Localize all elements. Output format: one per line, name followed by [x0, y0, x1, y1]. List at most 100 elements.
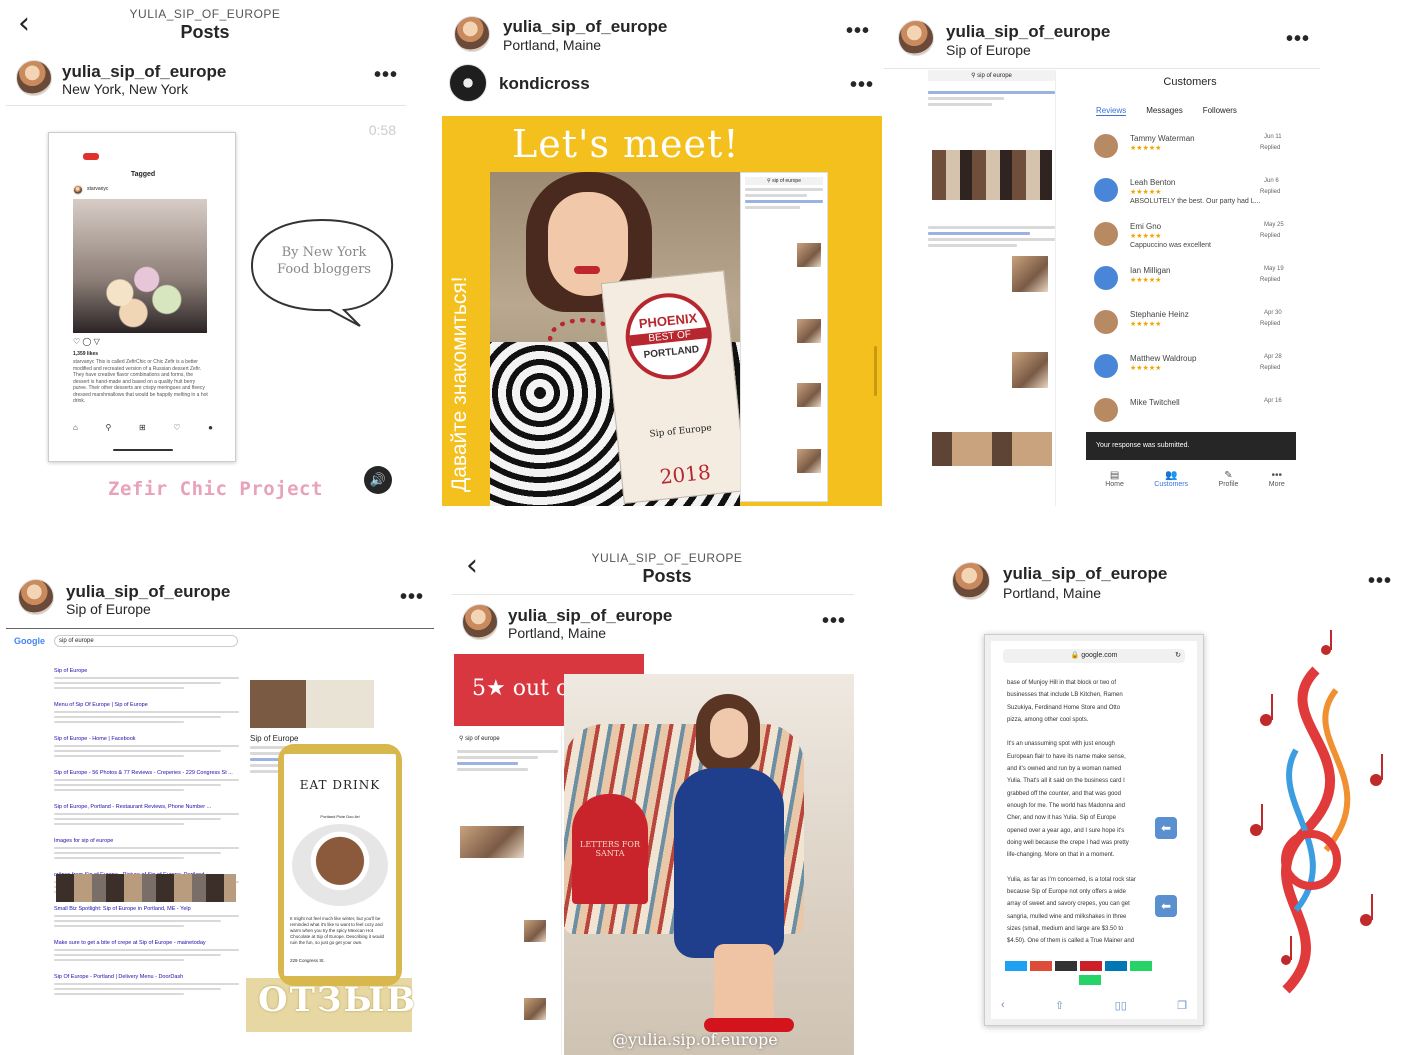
more-options-icon[interactable]: •••: [822, 610, 846, 633]
search-result[interactable]: Sip of Europe - Home | Facebook: [54, 736, 239, 760]
search-result[interactable]: Sip of Europe: [54, 668, 239, 692]
post-username[interactable]: yulia_sip_of_europe: [946, 22, 1110, 42]
more-options-icon[interactable]: •••: [846, 20, 870, 43]
post-username[interactable]: yulia_sip_of_europe: [62, 62, 226, 82]
lips: [574, 266, 600, 274]
twitter-icon[interactable]: [1005, 961, 1027, 971]
back-nav-icon[interactable]: ⬅: [1155, 817, 1177, 839]
post-media[interactable]: 0:58 Tagged starvanyc ♡ ◯ ▽ 1,359 likes …: [12, 112, 412, 512]
card-sub: Portland Pixie Doo Art: [320, 814, 360, 819]
post-location[interactable]: Portland, Maine: [1003, 585, 1101, 601]
article-line: It's an unassuming spot with just enough: [1007, 741, 1115, 748]
search-query: sip of europe: [772, 178, 801, 184]
share-icon[interactable]: ⇧: [1055, 999, 1064, 1012]
result-title[interactable]: Images for sip of europe: [54, 838, 239, 844]
back-icon[interactable]: ‹: [1001, 999, 1005, 1012]
review-row[interactable]: Leah Benton ★★★★★ ABSOLUTELY the best. Our…: [1094, 178, 1294, 218]
google-search-input[interactable]: sip of europe: [54, 635, 238, 647]
sms-icon[interactable]: [1079, 975, 1101, 985]
avatar[interactable]: [454, 16, 490, 52]
result-line: [54, 721, 184, 723]
post-media[interactable]: Google sip of europe Sip of Europe Menu o…: [10, 632, 430, 1052]
result-title[interactable]: Sip Of Europe - Portland | Delivery Menu…: [54, 974, 239, 980]
tab-reviews[interactable]: Reviews: [1096, 106, 1127, 116]
search-result[interactable]: Menu of Sip Of Europe | Sip of Europe: [54, 702, 239, 726]
review-row[interactable]: Stephanie Heinz ★★★★★ Apr 30 Replied: [1094, 310, 1294, 350]
more-options-icon[interactable]: •••: [374, 64, 398, 87]
back-arrow-icon[interactable]: ‹: [466, 548, 478, 583]
post-media[interactable]: 🔒 google.com ↻ base of Munjoy Hill in th…: [944, 620, 1403, 1055]
customers-app: Customers Reviews Messages Followers Tam…: [1086, 70, 1302, 506]
post-username[interactable]: yulia_sip_of_europe: [508, 606, 672, 626]
more-options-icon[interactable]: •••: [400, 586, 424, 609]
lock-icon: 🔒: [1070, 652, 1080, 659]
tab-messages[interactable]: Messages: [1146, 106, 1182, 116]
back-nav-icon[interactable]: ⬅: [1155, 895, 1177, 917]
article-line: grabbed off the counter, and that was go…: [1007, 790, 1121, 797]
scrollbar[interactable]: [874, 346, 877, 396]
pinterest-icon[interactable]: [1080, 961, 1102, 971]
review-row[interactable]: Emi Gno ★★★★★ Cappuccino was excellent May …: [1094, 222, 1294, 262]
post-location[interactable]: Portland, Maine: [503, 37, 601, 53]
result-line: [54, 789, 184, 791]
avatar[interactable]: [462, 604, 498, 640]
result-line: [457, 750, 558, 753]
bookmarks-icon[interactable]: ▯▯: [1115, 999, 1127, 1012]
review-row[interactable]: Matthew Waldroup ★★★★★ Apr 28 Replied: [1094, 354, 1294, 394]
reviewer-name: Emi Gno: [1130, 222, 1162, 231]
review-row[interactable]: Tammy Waterman ★★★★★ Jun 11 Replied: [1094, 134, 1294, 174]
email-icon[interactable]: [1055, 961, 1077, 971]
avatar[interactable]: [952, 562, 990, 600]
linkedin-icon[interactable]: [1105, 961, 1127, 971]
reload-icon[interactable]: ↻: [1175, 649, 1181, 663]
whatsapp-icon[interactable]: [1130, 961, 1152, 971]
post-location[interactable]: New York, New York: [62, 81, 188, 97]
avatar[interactable]: [18, 579, 54, 615]
more-options-icon[interactable]: •••: [850, 74, 874, 97]
review-row[interactable]: Ian Milligan ★★★★★ May 19 Replied: [1094, 266, 1294, 306]
result-title[interactable]: Sip of Europe - 56 Photos & 77 Reviews -…: [54, 770, 239, 776]
sound-icon[interactable]: 🔊: [364, 466, 392, 494]
google-plus-icon[interactable]: [1030, 961, 1052, 971]
search-result[interactable]: Images for sip of europe: [54, 838, 239, 862]
search-result[interactable]: Sip Of Europe - Portland | Delivery Menu…: [54, 974, 239, 998]
result-line: [54, 745, 239, 747]
tab-followers[interactable]: Followers: [1203, 106, 1237, 116]
result-title[interactable]: Small Biz Spotlight: Sip of Europe in Po…: [54, 906, 239, 912]
address-bar[interactable]: 🔒 google.com ↻: [1003, 649, 1185, 663]
result-line: [54, 682, 221, 684]
nav-more[interactable]: ••• More: [1269, 470, 1285, 488]
search-result[interactable]: Make sure to get a bite of crepe at Sip …: [54, 940, 239, 964]
search-icon: ⚲: [105, 423, 112, 432]
result-title[interactable]: Make sure to get a bite of crepe at Sip …: [54, 940, 239, 946]
avatar[interactable]: [16, 60, 52, 96]
result-title[interactable]: Sip of Europe, Portland - Restaurant Rev…: [54, 804, 239, 810]
post-username[interactable]: yulia_sip_of_europe: [1003, 564, 1167, 584]
search-result[interactable]: Small Biz Spotlight: Sip of Europe in Po…: [54, 906, 239, 930]
safari-toolbar: ‹ ⇧ ▯▯ ❐: [1001, 999, 1187, 1012]
post-location[interactable]: Portland, Maine: [508, 625, 606, 641]
post-media[interactable]: Let's meet! Давайте знакомиться! PHOENIX…: [442, 116, 882, 506]
back-arrow-icon[interactable]: ‹: [18, 6, 30, 41]
result-title[interactable]: Sip of Europe: [54, 668, 239, 674]
post-username[interactable]: yulia_sip_of_europe: [66, 582, 230, 602]
comment-avatar[interactable]: [449, 64, 487, 102]
result-title[interactable]: Sip of Europe - Home | Facebook: [54, 736, 239, 742]
review-status: Replied: [1260, 277, 1281, 283]
nav-customers[interactable]: 👥 Customers: [1154, 470, 1188, 488]
post-location[interactable]: Sip of Europe: [946, 42, 1031, 58]
post-username[interactable]: yulia_sip_of_europe: [503, 17, 667, 37]
more-options-icon[interactable]: •••: [1368, 570, 1392, 593]
post-location[interactable]: Sip of Europe: [66, 601, 151, 617]
article-line: life-changing. More on that in a moment.: [1007, 852, 1115, 859]
avatar[interactable]: [898, 20, 934, 56]
search-result[interactable]: Sip of Europe, Portland - Restaurant Rev…: [54, 804, 239, 828]
nav-home[interactable]: ▤ Home: [1105, 470, 1124, 488]
comment-username[interactable]: kondicross: [499, 74, 590, 94]
post-media[interactable]: 5★ out of 5★ ⚲ sip of europe LETTERS FOR…: [454, 654, 854, 1055]
more-options-icon[interactable]: •••: [1286, 28, 1310, 51]
result-title[interactable]: Menu of Sip Of Europe | Sip of Europe: [54, 702, 239, 708]
nav-profile[interactable]: ✎ Profile: [1219, 470, 1239, 488]
search-result[interactable]: Sip of Europe - 56 Photos & 77 Reviews -…: [54, 770, 239, 794]
tabs-icon[interactable]: ❐: [1177, 999, 1187, 1012]
